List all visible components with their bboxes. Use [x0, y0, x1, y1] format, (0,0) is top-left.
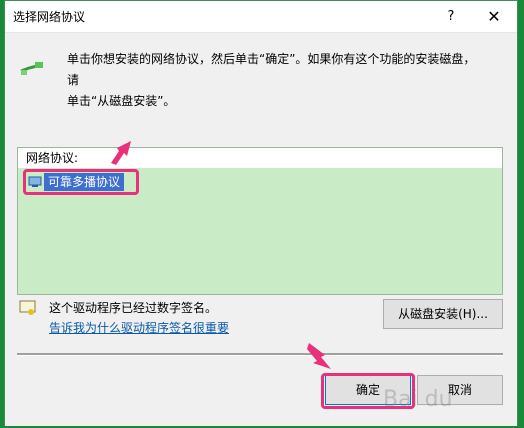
pointer-arrow-icon: [307, 343, 331, 369]
protocol-list[interactable]: 网络协议: 可靠多播协议: [17, 147, 503, 295]
highlight-box: [23, 169, 139, 195]
help-button[interactable]: ?: [431, 1, 471, 32]
list-header: 网络协议:: [18, 148, 502, 168]
separator: [17, 353, 503, 356]
close-button[interactable]: ✕: [471, 1, 517, 32]
window-title: 选择网络协议: [13, 10, 86, 24]
select-network-protocol-dialog: 选择网络协议 ? ✕ 单击你想安装的网络协议，然后单击“确定”。如果你有这个功能…: [4, 0, 518, 426]
certificate-icon: [19, 300, 36, 315]
instructions-text: 单击你想安装的网络协议，然后单击“确定”。如果你有这个功能的安装磁盘，请 单击“…: [67, 52, 476, 108]
have-disk-button[interactable]: 从磁盘安装(H)...: [383, 299, 503, 329]
highlight-box: [321, 373, 415, 409]
cancel-button[interactable]: 取消: [417, 375, 503, 405]
signature-text: 这个驱动程序已经过数字签名。: [49, 301, 218, 315]
network-cable-icon: [20, 62, 43, 75]
signature-help-link[interactable]: 告诉我为什么驱动程序签名很重要: [49, 319, 229, 336]
pointer-arrow-icon: [111, 141, 131, 165]
title-bar: 选择网络协议 ? ✕: [5, 1, 517, 33]
dialog-body: 单击你想安装的网络协议，然后单击“确定”。如果你有这个功能的安装磁盘，请 单击“…: [5, 33, 517, 426]
